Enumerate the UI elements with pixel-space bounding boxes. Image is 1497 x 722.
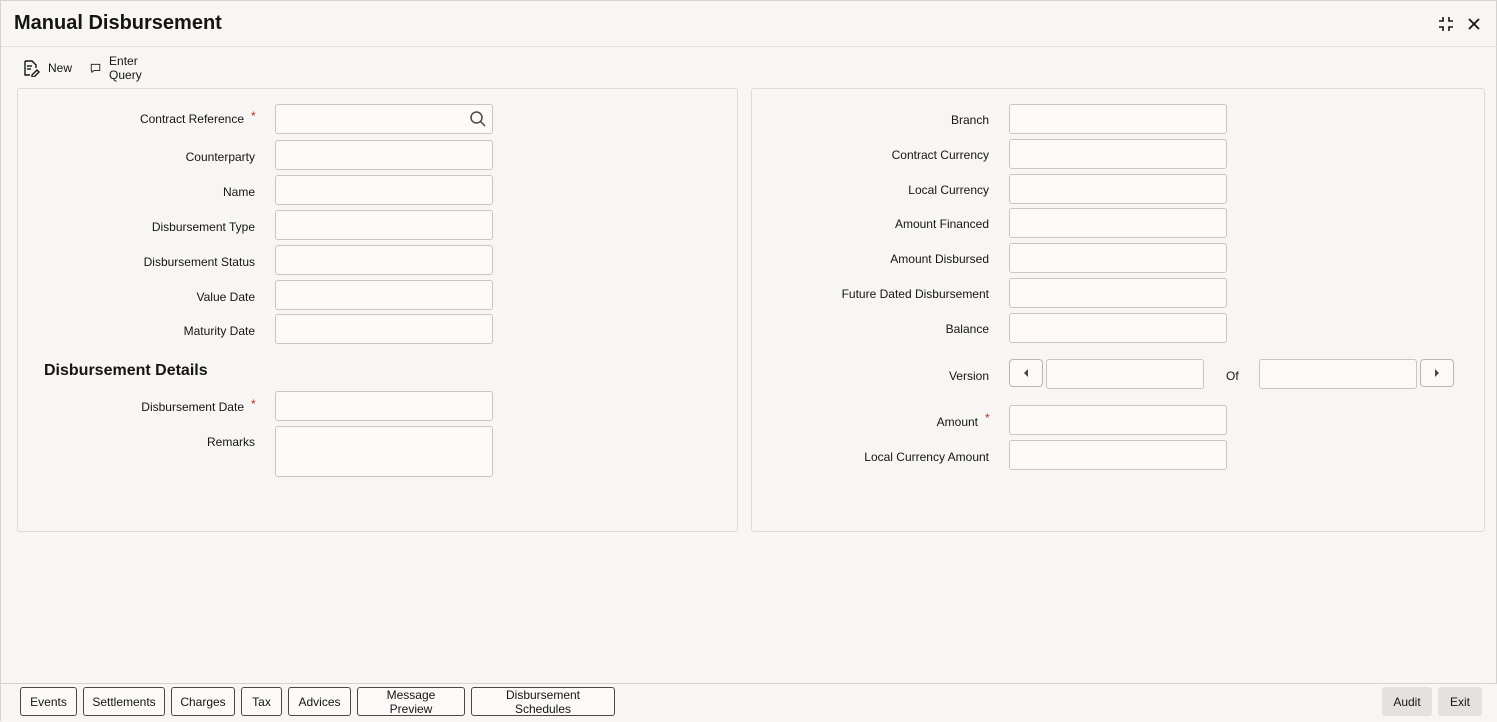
- remarks-label: Remarks: [206, 435, 255, 449]
- manual-disbursement-window: Manual Disbursement New Enter Query Cont…: [0, 0, 1497, 722]
- maturity-date-label: Maturity Date: [183, 324, 255, 338]
- version-of-label: Of: [1226, 369, 1239, 383]
- bottom-bar: Events Settlements Charges Tax Advices M…: [1, 683, 1497, 722]
- version-current-input[interactable]: [1046, 359, 1204, 389]
- version-total-input[interactable]: [1259, 359, 1417, 389]
- amount-financed-input[interactable]: [1009, 208, 1227, 238]
- maximize-icon[interactable]: [1435, 13, 1457, 35]
- disbursement-date-input[interactable]: [275, 391, 493, 421]
- exit-button[interactable]: Exit: [1438, 687, 1482, 716]
- message-icon: [90, 63, 101, 74]
- next-version-button[interactable]: [1420, 359, 1454, 387]
- search-icon[interactable]: [469, 110, 487, 128]
- required-marker: *: [251, 109, 256, 123]
- local-currency-amount-label: Local Currency Amount: [864, 450, 989, 464]
- audit-button[interactable]: Audit: [1382, 687, 1432, 716]
- amount-disbursed-input[interactable]: [1009, 243, 1227, 273]
- branch-label: Branch: [950, 113, 989, 127]
- disbursement-schedules-button[interactable]: Disbursement Schedules: [471, 687, 615, 716]
- counterparty-label: Counterparty: [185, 150, 255, 164]
- tax-button[interactable]: Tax: [241, 687, 282, 716]
- disbursement-type-input[interactable]: [275, 210, 493, 240]
- contract-currency-input[interactable]: [1009, 139, 1227, 169]
- version-label: Version: [948, 369, 989, 383]
- disbursement-date-label: Disbursement Date: [141, 400, 244, 414]
- amount-disbursed-label: Amount Disbursed: [890, 252, 989, 266]
- title-bar: Manual Disbursement: [1, 1, 1497, 47]
- enter-query-label: Enter Query: [109, 54, 142, 82]
- disbursement-details-heading: Disbursement Details: [44, 362, 208, 379]
- caret-right-icon: [1435, 369, 1439, 377]
- value-date-input[interactable]: [275, 280, 493, 310]
- required-marker: *: [985, 411, 990, 425]
- previous-version-button[interactable]: [1009, 359, 1043, 387]
- balance-input[interactable]: [1009, 313, 1227, 343]
- branch-input[interactable]: [1009, 104, 1227, 134]
- page-title: Manual Disbursement: [14, 12, 222, 34]
- amount-input[interactable]: [1009, 405, 1227, 435]
- maturity-date-input[interactable]: [275, 314, 493, 344]
- local-currency-amount-input[interactable]: [1009, 440, 1227, 470]
- required-marker: *: [251, 397, 256, 411]
- enter-query-button[interactable]: Enter Query: [90, 54, 149, 82]
- counterparty-input[interactable]: [275, 140, 493, 170]
- remarks-textarea[interactable]: [275, 426, 493, 477]
- new-button-label: New: [48, 61, 73, 75]
- events-button[interactable]: Events: [20, 687, 77, 716]
- future-dated-disbursement-label: Future Dated Disbursement: [841, 287, 989, 301]
- new-button[interactable]: New: [22, 55, 72, 81]
- balance-label: Balance: [945, 322, 989, 336]
- contract-reference-input[interactable]: [275, 104, 493, 134]
- value-date-label: Value Date: [196, 290, 255, 304]
- local-currency-input[interactable]: [1009, 174, 1227, 204]
- amount-financed-label: Amount Financed: [894, 217, 989, 231]
- name-label: Name: [222, 185, 255, 199]
- future-dated-disbursement-input[interactable]: [1009, 278, 1227, 308]
- amount-label: Amount: [936, 415, 978, 429]
- close-icon[interactable]: [1463, 13, 1485, 35]
- disbursement-status-label: Disbursement Status: [143, 255, 255, 269]
- message-preview-button[interactable]: Message Preview: [357, 687, 465, 716]
- disbursement-type-label: Disbursement Type: [151, 220, 255, 234]
- settlements-button[interactable]: Settlements: [83, 687, 165, 716]
- charges-button[interactable]: Charges: [171, 687, 235, 716]
- contract-reference-label: Contract Reference: [139, 112, 244, 126]
- disbursement-status-input[interactable]: [275, 245, 493, 275]
- caret-left-icon: [1024, 369, 1028, 377]
- new-document-icon: [24, 60, 40, 77]
- local-currency-label: Local Currency: [908, 183, 989, 197]
- contract-currency-label: Contract Currency: [891, 148, 989, 162]
- name-input[interactable]: [275, 175, 493, 205]
- advices-button[interactable]: Advices: [288, 687, 351, 716]
